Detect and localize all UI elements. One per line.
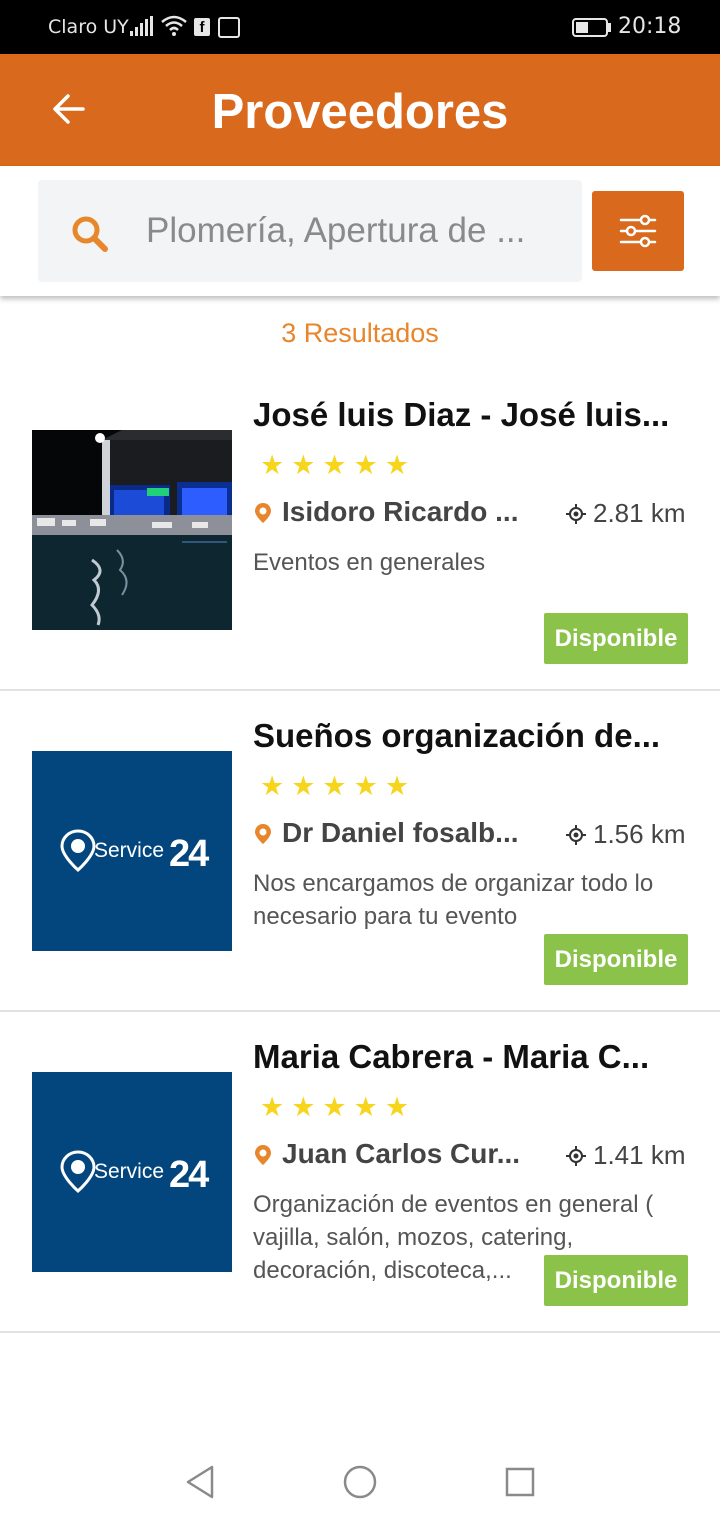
availability-badge: Disponible <box>544 1255 688 1306</box>
provider-name: Sueños organización de... <box>253 717 661 754</box>
provider-description: Nos encargamos de organizar todo lo nece… <box>253 870 654 930</box>
nav-recents-button[interactable] <box>500 1462 540 1502</box>
signal-icon <box>130 16 153 36</box>
system-nav-bar <box>0 1440 720 1520</box>
search-bar <box>0 166 720 296</box>
search-box[interactable] <box>38 180 582 282</box>
nav-recents-icon <box>505 1467 535 1497</box>
filter-sliders-icon <box>619 214 657 248</box>
provider-photo <box>32 430 232 630</box>
provider-name: Maria Cabrera - Maria C... <box>253 1038 650 1075</box>
location-target-icon <box>566 504 586 524</box>
provider-distance: 1.56 km <box>593 819 686 849</box>
map-pin-icon <box>255 1145 271 1165</box>
provider-address: Dr Daniel fosalb... <box>282 817 519 848</box>
provider-distance: 1.41 km <box>593 1140 686 1170</box>
provider-address: Isidoro Ricardo ... <box>282 496 519 527</box>
provider-description: Eventos en generales <box>253 549 486 576</box>
app-bar: Proveedores <box>0 54 720 166</box>
logo-number: 24 <box>169 833 209 875</box>
service24-pin-icon <box>60 829 96 872</box>
provider-card[interactable]: Service 24 Maria Cabrera - Maria C... ★★… <box>0 1012 720 1333</box>
search-icon <box>72 216 108 252</box>
availability-badge: Disponible <box>544 613 688 664</box>
facebook-icon: f <box>194 18 210 36</box>
logo-text: Service <box>94 1160 165 1183</box>
rating-stars: ★★★★★ <box>260 771 417 801</box>
rating-stars: ★★★★★ <box>260 1092 417 1122</box>
provider-logo: Service 24 <box>32 751 232 951</box>
battery-tip <box>608 23 611 32</box>
logo-number: 24 <box>169 1154 209 1196</box>
nav-back-button[interactable] <box>180 1462 220 1502</box>
map-pin-icon <box>255 824 271 844</box>
filter-button[interactable] <box>592 191 684 271</box>
search-input[interactable] <box>146 206 556 256</box>
results-count: 3 Resultados <box>281 318 439 348</box>
map-pin-icon <box>255 503 271 523</box>
nav-back-icon <box>186 1465 214 1499</box>
wifi-icon <box>161 15 187 36</box>
provider-logo: Service 24 <box>32 1072 232 1272</box>
provider-address: Juan Carlos Cur... <box>282 1138 521 1169</box>
app-notification-icon <box>218 17 240 38</box>
clock: 20:18 <box>618 14 682 39</box>
status-bar: Claro UY f 20:18 <box>0 0 720 54</box>
battery-icon <box>572 18 608 37</box>
nav-home-button[interactable] <box>340 1462 380 1502</box>
service24-pin-icon <box>60 1150 96 1193</box>
logo-text: Service <box>94 839 165 862</box>
nav-home-icon <box>343 1465 377 1499</box>
provider-name: José luis Diaz - José luis... <box>253 396 670 433</box>
availability-badge: Disponible <box>544 934 688 985</box>
carrier-name: Claro UY <box>48 16 129 38</box>
provider-distance: 2.81 km <box>593 498 686 528</box>
location-target-icon <box>566 825 586 845</box>
page-title: Proveedores <box>211 85 509 139</box>
provider-card[interactable]: José luis Diaz - José luis... ★★★★★ Isid… <box>0 370 720 691</box>
provider-card[interactable]: Service 24 Sueños organización de... ★★★… <box>0 691 720 1012</box>
location-target-icon <box>566 1146 586 1166</box>
rating-stars: ★★★★★ <box>260 450 417 480</box>
